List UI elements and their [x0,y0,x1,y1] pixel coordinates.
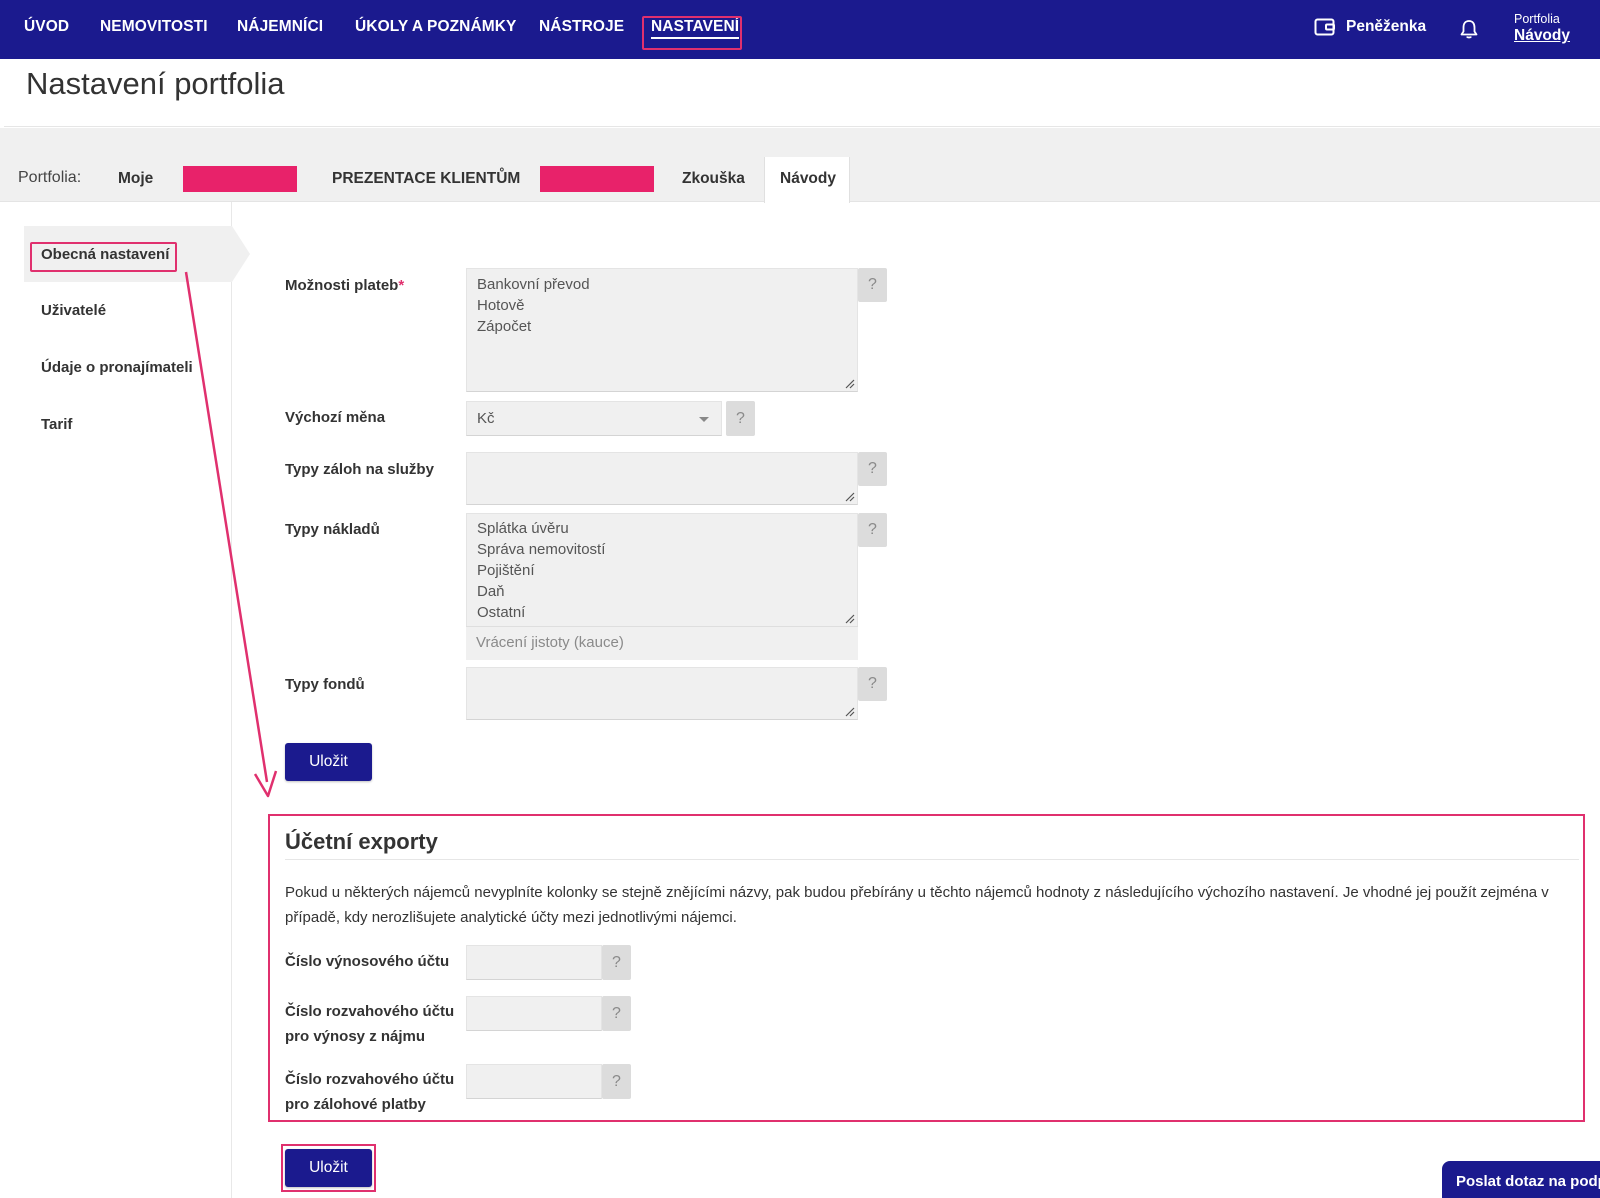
portfolio-switcher-current: Návody [1514,27,1570,44]
help-icon[interactable]: ? [602,1064,631,1099]
revenue-account-input[interactable] [466,945,602,980]
sidebar-item-tarif[interactable]: Tarif [41,416,72,433]
cost-types-textarea[interactable]: Splátka úvěru Správa nemovitostí Pojiště… [466,513,858,627]
nav-item-najemnici[interactable]: NÁJEMNÍCI [237,18,323,36]
resize-handle-icon[interactable] [845,492,855,502]
support-chat-button[interactable]: Poslat dotaz na podp [1442,1161,1600,1198]
payment-options-value: Bankovní převod Hotově Zápočet [477,276,590,335]
help-icon[interactable]: ? [858,667,887,701]
tab-navody[interactable]: Návody [780,170,836,188]
payment-options-textarea[interactable]: Bankovní převod Hotově Zápočet [466,268,858,392]
top-navigation: ÚVOD NEMOVITOSTI NÁJEMNÍCI ÚKOLY A POZNÁ… [0,0,1600,59]
help-icon[interactable]: ? [602,945,631,980]
portfolio-tabs-label: Portfolia: [18,169,82,186]
balance-rent-label: Číslo rozvahového účtu pro výnosy z nájm… [285,999,454,1049]
deposit-types-textarea[interactable] [466,452,858,505]
cost-types-note: Vrácení jistoty (kauce) [476,634,624,651]
exports-description: Pokud u některých nájemců nevyplníte kol… [285,884,1549,926]
wallet-icon [1314,18,1335,36]
help-icon[interactable]: ? [858,268,887,302]
tab-redacted-2[interactable] [540,166,654,192]
tab-moje[interactable]: Moje [118,170,153,188]
save-exports-button[interactable]: Uložit [285,1149,372,1187]
tab-redacted-1[interactable] [183,166,297,192]
revenue-account-label: Číslo výnosového účtu [285,953,450,970]
exports-title: Účetní exporty [285,829,438,854]
fund-types-textarea[interactable] [466,667,858,720]
wallet-label: Peněženka [1346,18,1427,35]
portfolio-switcher-label: Portfolia [1514,12,1560,26]
sidebar-item-uzivatele[interactable]: Uživatelé [41,302,106,319]
nav-item-ukoly[interactable]: ÚKOLY A POZNÁMKY [355,18,517,36]
resize-handle-icon[interactable] [845,379,855,389]
sidebar-annotation-highlight [30,242,177,272]
balance-rent-label-line2: pro výnosy z nájmu [285,1028,426,1045]
nav-item-nemovitosti[interactable]: NEMOVITOSTI [100,18,208,36]
bell-icon[interactable] [1458,18,1480,40]
help-icon[interactable]: ? [858,513,887,547]
cost-types-label: Typy nákladů [285,521,380,538]
save-button[interactable]: Uložit [285,743,372,781]
exports-divider [285,859,1579,860]
balance-rent-label-line1: Číslo rozvahového účtu [285,1003,455,1020]
sidebar-active-pointer [232,226,250,282]
default-currency-label: Výchozí měna [285,409,386,426]
nav-item-uvod[interactable]: ÚVOD [24,18,69,36]
page-title: Nastavení portfolia [26,66,285,101]
resize-handle-icon[interactable] [845,614,855,624]
wallet-button[interactable]: Peněženka [1314,17,1426,37]
nav-annotation-highlight [642,16,742,50]
default-currency-value: Kč [477,410,495,427]
balance-deposit-label-line1: Číslo rozvahového účtu [285,1071,455,1088]
tab-zkouska[interactable]: Zkouška [682,170,745,188]
fund-types-label: Typy fondů [285,676,365,693]
cost-types-fixed-item: Vrácení jistoty (kauce) [466,626,858,660]
balance-deposit-label: Číslo rozvahového účtu pro zálohové plat… [285,1067,454,1117]
help-icon[interactable]: ? [858,452,887,486]
required-mark: * [398,277,405,294]
sidebar-divider [231,202,232,1198]
chevron-down-icon [699,417,709,422]
deposit-types-label: Typy záloh na služby [285,461,434,478]
balance-deposit-label-line2: pro zálohové platby [285,1096,426,1113]
sidebar-item-udaje-o-pronajimateli[interactable]: Údaje o pronajímateli [41,359,193,376]
cost-types-value: Splátka úvěru Správa nemovitostí Pojiště… [477,520,606,621]
balance-deposit-input[interactable] [466,1064,602,1099]
portfolio-switcher[interactable]: Portfolia Návody [1514,12,1570,46]
resize-handle-icon[interactable] [845,707,855,717]
help-icon[interactable]: ? [602,996,631,1031]
tab-prezentace-klientum[interactable]: PREZENTACE KLIENTŮM [332,170,520,188]
help-icon[interactable]: ? [726,401,755,436]
default-currency-select[interactable]: Kč [466,401,722,436]
balance-rent-input[interactable] [466,996,602,1031]
nav-item-nastroje[interactable]: NÁSTROJE [539,18,624,36]
payment-options-label: Možnosti plateb* [285,277,405,294]
